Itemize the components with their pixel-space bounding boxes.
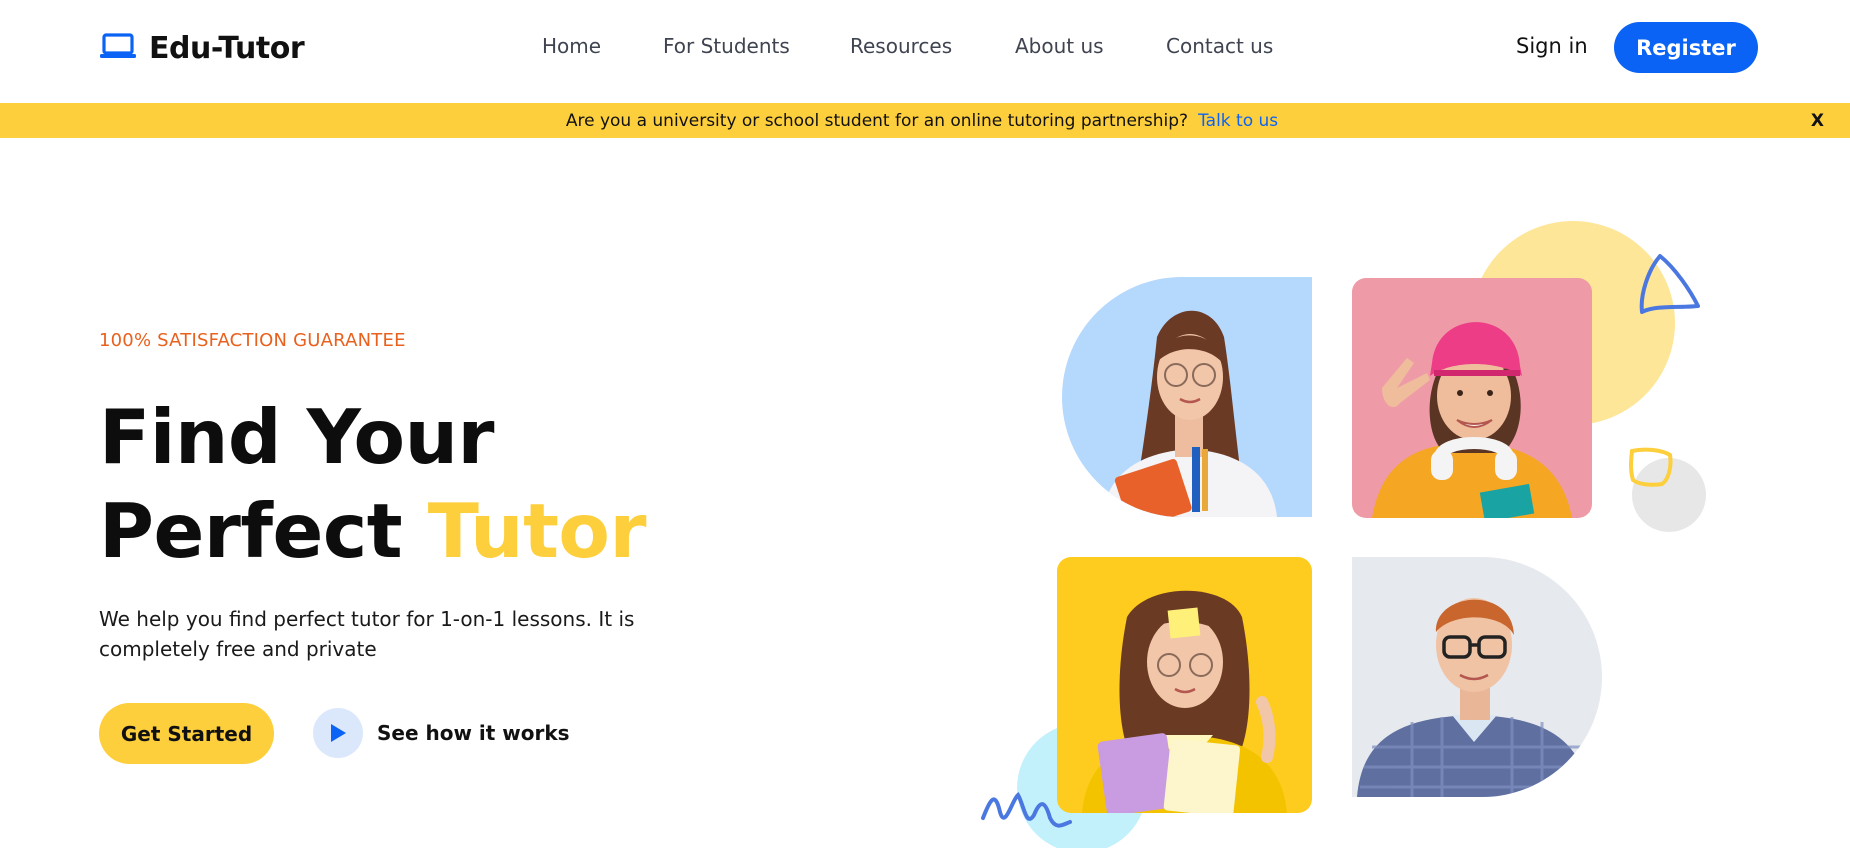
hero-description: We help you find perfect tutor for 1-on-… <box>99 607 635 661</box>
banner-text: Are you a university or school student f… <box>565 110 1189 131</box>
nav-for-students[interactable]: For Students <box>663 34 790 58</box>
talk-to-us-link[interactable]: Talk to us <box>1198 111 1278 131</box>
nav-resources[interactable]: Resources <box>850 34 952 58</box>
brand-name: Edu-Tutor <box>149 30 305 66</box>
tutor-photo-1 <box>1062 277 1312 517</box>
nav-home[interactable]: Home <box>542 34 601 58</box>
nav-contact-us[interactable]: Contact us <box>1166 34 1273 58</box>
hero-title-line1: Find Your <box>99 393 494 481</box>
see-how-it-works-button[interactable]: See how it works <box>313 708 570 758</box>
gray-blob <box>1632 458 1706 532</box>
register-button[interactable]: Register <box>1614 22 1758 73</box>
brand-logo[interactable]: Edu-Tutor <box>99 30 305 66</box>
hero-title: Find Your Perfect Tutor <box>99 390 646 578</box>
tutor-photo-4 <box>1352 557 1602 797</box>
close-banner-button[interactable]: X <box>1811 111 1824 131</box>
hero-title-accent: Tutor <box>427 487 647 575</box>
laptop-icon <box>99 32 137 64</box>
site-header: Edu-Tutor Home For Students Resources Ab… <box>0 0 1850 102</box>
see-how-label: See how it works <box>377 721 570 745</box>
square-doodle <box>1629 447 1673 487</box>
tutor-photo-2 <box>1352 278 1592 518</box>
get-started-button[interactable]: Get Started <box>99 703 274 764</box>
hero-title-line2a: Perfect <box>99 487 403 575</box>
sign-in-link[interactable]: Sign in <box>1516 34 1588 58</box>
satisfaction-eyebrow: 100% SATISFACTION GUARANTEE <box>99 330 406 351</box>
play-icon <box>313 708 363 758</box>
partnership-banner: Are you a university or school student f… <box>0 103 1850 138</box>
tutor-photo-3 <box>1057 557 1312 813</box>
triangle-doodle <box>1639 254 1700 314</box>
nav-about-us[interactable]: About us <box>1015 34 1104 58</box>
